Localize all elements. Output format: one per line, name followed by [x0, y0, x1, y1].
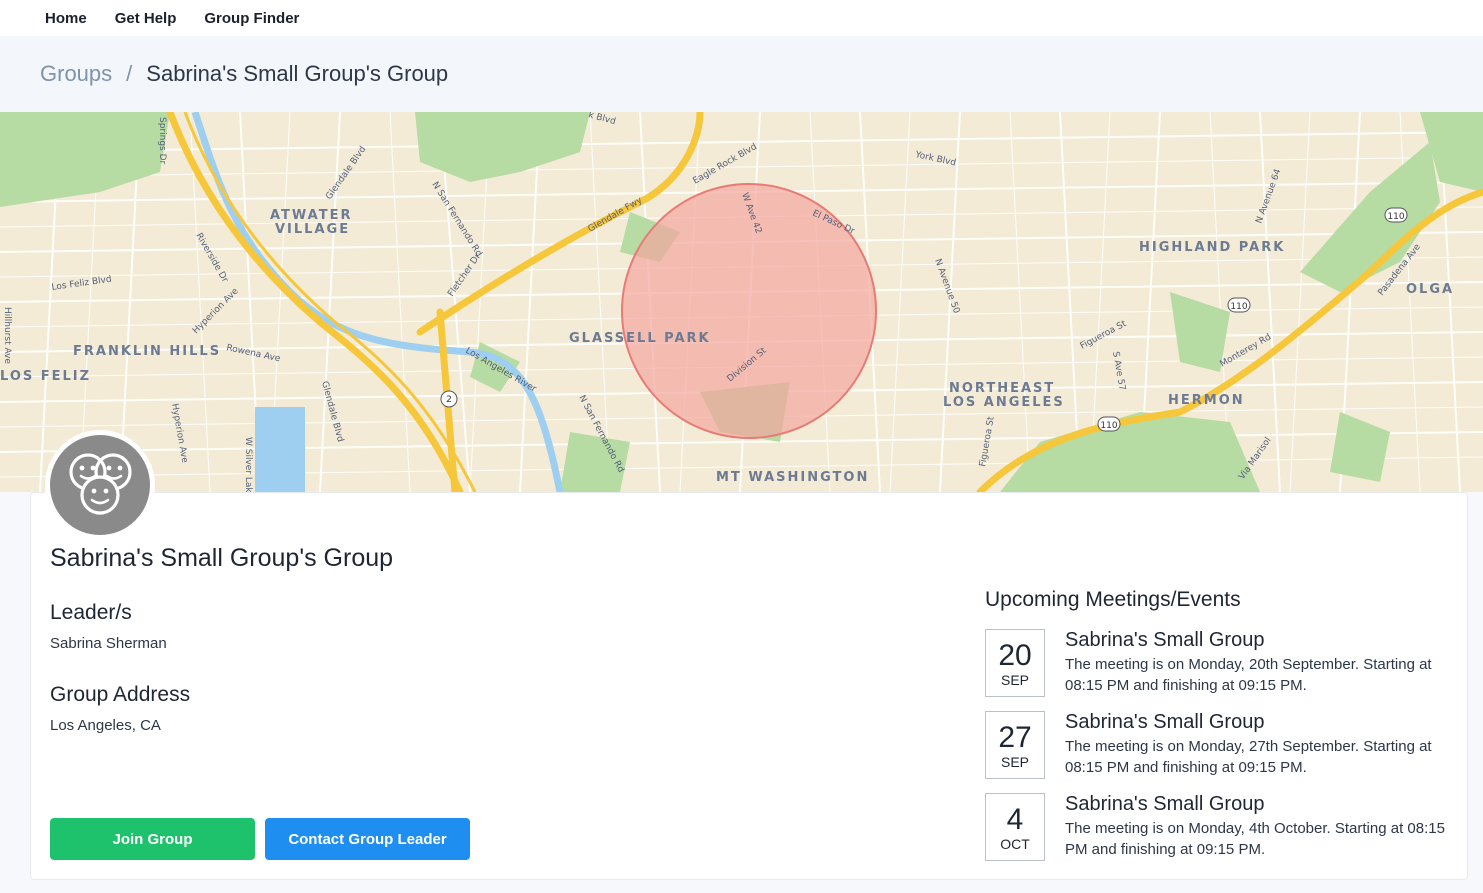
svg-text:110: 110: [1387, 212, 1404, 222]
event-description: The meeting is on Monday, 27th September…: [1065, 738, 1432, 776]
leaders-value: Sabrina Sherman: [50, 635, 167, 652]
event-month: SEP: [1000, 672, 1029, 688]
event-item[interactable]: 20 SEP Sabrina's Small Group The meeting…: [985, 629, 1455, 697]
svg-text:W Silver Lake: W Silver Lake: [243, 437, 253, 492]
event-title: Sabrina's Small Group: [1065, 711, 1265, 733]
svg-text:HERMON: HERMON: [1168, 393, 1245, 408]
group-title: Sabrina's Small Group's Group: [50, 544, 394, 572]
event-month: SEP: [1000, 754, 1029, 770]
svg-text:110: 110: [1230, 302, 1247, 312]
svg-text:Hillhurst Ave: Hillhurst Ave: [2, 307, 12, 364]
svg-text:NORTHEAST: NORTHEAST: [949, 381, 1055, 396]
svg-text:LOS FELIZ: LOS FELIZ: [0, 369, 91, 384]
svg-text:LOS ANGELES: LOS ANGELES: [943, 395, 1065, 410]
top-nav: Home Get Help Group Finder: [0, 0, 1483, 36]
breadcrumb-groups-link[interactable]: Groups: [40, 61, 112, 87]
event-day: 4: [1006, 803, 1024, 836]
route-110-shield-1: 110: [1384, 207, 1408, 223]
map-canvas: ATWATER VILLAGE FRANKLIN HILLS LOS FELIZ…: [0, 112, 1483, 492]
event-day: 27: [998, 721, 1032, 754]
reservoir: [255, 407, 305, 492]
address-heading: Group Address: [50, 683, 191, 706]
route-2-shield: 2: [440, 390, 458, 408]
breadcrumb: Groups / Sabrina's Small Group's Group: [0, 36, 1483, 112]
svg-text:ATWATER: ATWATER: [270, 208, 353, 223]
event-month: OCT: [1000, 836, 1030, 852]
route-110-shield-3: 110: [1097, 416, 1121, 432]
event-description: The meeting is on Monday, 20th September…: [1065, 656, 1432, 694]
svg-text:GLASSELL PARK: GLASSELL PARK: [569, 331, 711, 346]
svg-text:110: 110: [1100, 421, 1117, 431]
svg-text:HIGHLAND PARK: HIGHLAND PARK: [1139, 240, 1285, 255]
group-location-map[interactable]: ATWATER VILLAGE FRANKLIN HILLS LOS FELIZ…: [0, 112, 1483, 492]
event-title: Sabrina's Small Group: [1065, 793, 1265, 815]
svg-text:FRANKLIN HILLS: FRANKLIN HILLS: [73, 344, 221, 359]
breadcrumb-current: Sabrina's Small Group's Group: [146, 61, 449, 86]
event-date-badge: 4 OCT: [985, 793, 1045, 861]
svg-text:Springs Dr: Springs Dr: [157, 117, 167, 165]
event-day: 20: [998, 639, 1032, 672]
event-date-badge: 27 SEP: [985, 711, 1045, 779]
event-date-badge: 20 SEP: [985, 629, 1045, 697]
breadcrumb-separator: /: [126, 61, 133, 86]
svg-text:OLGA: OLGA: [1406, 282, 1454, 297]
svg-text:MT WASHINGTON: MT WASHINGTON: [716, 470, 869, 485]
nav-get-help[interactable]: Get Help: [115, 10, 177, 27]
address-value: Los Angeles, CA: [50, 717, 161, 734]
group-faces-icon: [50, 435, 150, 535]
join-group-button[interactable]: Join Group: [50, 818, 255, 860]
leaders-heading: Leader/s: [50, 601, 132, 624]
event-item[interactable]: 4 OCT Sabrina's Small Group The meeting …: [985, 793, 1455, 861]
svg-text:2: 2: [446, 395, 452, 405]
group-avatar: [45, 430, 155, 540]
event-title: Sabrina's Small Group: [1065, 629, 1265, 651]
event-description: The meeting is on Monday, 4th October. S…: [1065, 820, 1445, 858]
route-110-shield-2: 110: [1227, 297, 1251, 313]
svg-text:VILLAGE: VILLAGE: [275, 222, 350, 237]
event-item[interactable]: 27 SEP Sabrina's Small Group The meeting…: [985, 711, 1455, 779]
contact-group-leader-button[interactable]: Contact Group Leader: [265, 818, 470, 860]
nav-group-finder[interactable]: Group Finder: [204, 10, 299, 27]
nav-home[interactable]: Home: [45, 10, 87, 27]
upcoming-events-heading: Upcoming Meetings/Events: [985, 588, 1241, 611]
